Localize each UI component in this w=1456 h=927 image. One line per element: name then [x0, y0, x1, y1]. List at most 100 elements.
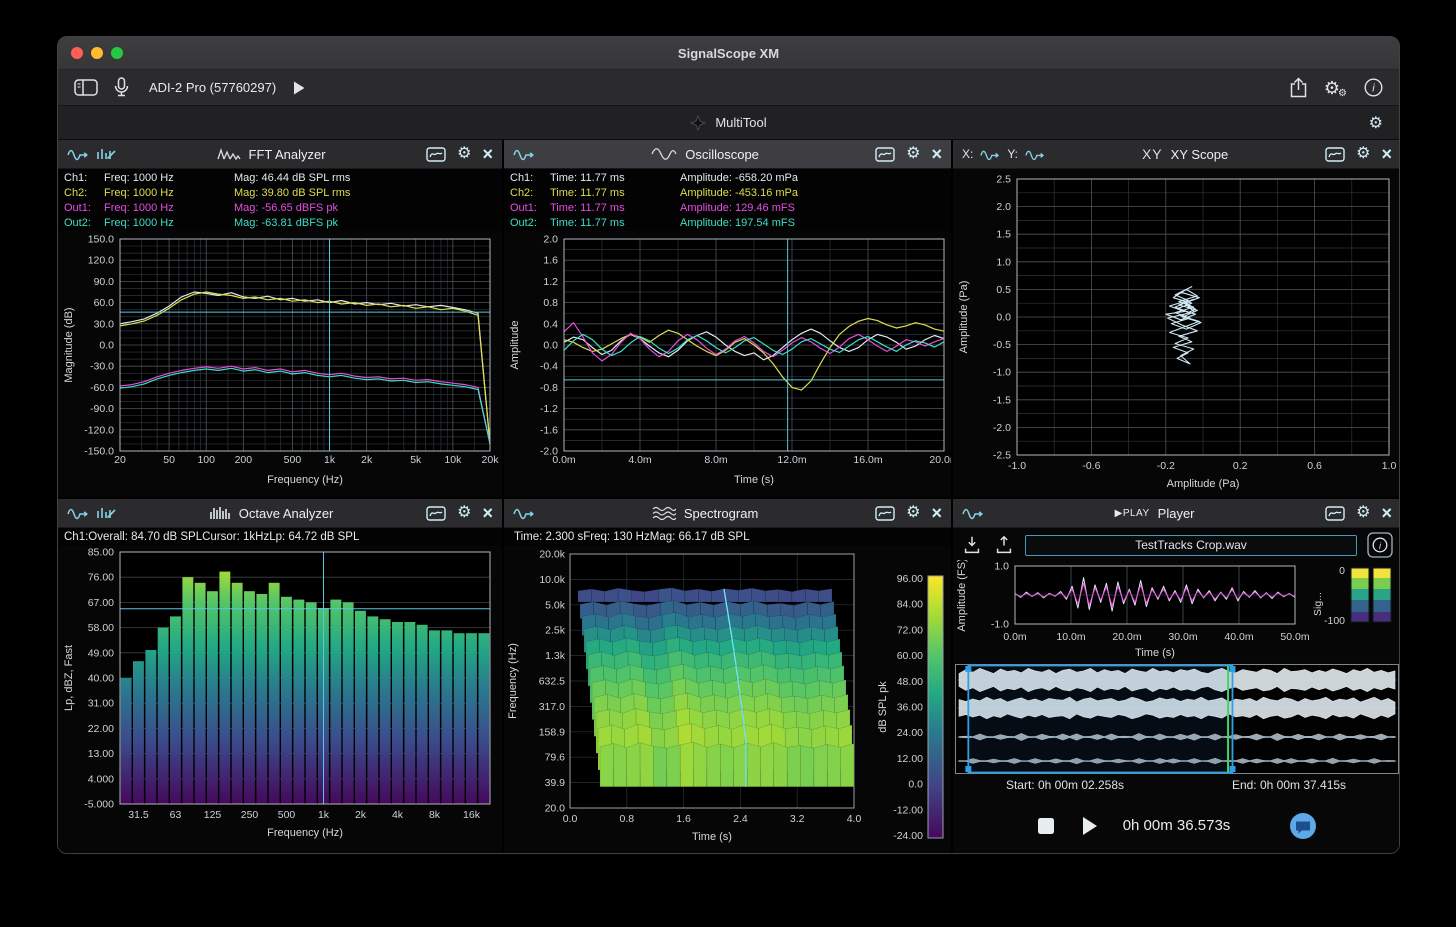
chart-display-button[interactable] — [875, 506, 895, 521]
octave-chart[interactable]: 85.0076.0067.0058.0049.0040.0031.0022.00… — [58, 546, 502, 854]
panel-settings-button[interactable]: ⚙ — [1356, 505, 1370, 521]
panel-close-button[interactable]: × — [482, 145, 493, 163]
svg-text:48.00: 48.00 — [897, 676, 923, 688]
svg-text:-2.0: -2.0 — [993, 422, 1011, 434]
svg-text:8.0m: 8.0m — [704, 454, 728, 466]
svg-text:60.0: 60.0 — [94, 297, 115, 309]
svg-text:158.9: 158.9 — [539, 726, 565, 738]
signal-input-icon[interactable] — [67, 147, 89, 161]
minimize-window-button[interactable] — [91, 47, 103, 59]
fft-chart[interactable]: 150.0120.090.060.030.00.0-30.0-60.0-90.0… — [58, 231, 502, 497]
run-button[interactable] — [292, 80, 306, 96]
svg-text:16.0m: 16.0m — [853, 454, 882, 466]
svg-text:dB SPL pk: dB SPL pk — [877, 681, 889, 733]
player-mini-chart[interactable]: 1.0-1.00.0m10.0m20.0m30.0m40.0m50.0mTime… — [953, 560, 1400, 662]
svg-text:1.0: 1.0 — [994, 561, 1009, 573]
player-waveform-overview[interactable] — [955, 664, 1399, 774]
svg-text:24.00: 24.00 — [897, 727, 923, 739]
file-info-button[interactable]: i — [1367, 532, 1393, 558]
svg-text:0.6: 0.6 — [1307, 460, 1322, 472]
svg-text:2k: 2k — [355, 809, 367, 821]
close-window-button[interactable] — [71, 47, 83, 59]
device-selector[interactable]: ADI-2 Pro (57760297) — [149, 80, 276, 95]
svg-text:20k: 20k — [482, 454, 500, 466]
readout-row: Ch1:Time: 11.77 msAmplitude: -658.20 mPa — [510, 171, 951, 186]
chat-bubble-icon[interactable] — [1288, 811, 1318, 841]
svg-text:30.0m: 30.0m — [1168, 631, 1197, 643]
selection-end: End: 0h 00m 37.415s — [1177, 778, 1400, 796]
svg-text:0.0: 0.0 — [99, 340, 114, 352]
chart-display-button[interactable] — [426, 506, 446, 521]
panel-close-button[interactable]: × — [931, 504, 942, 522]
panel-close-button[interactable]: × — [1381, 145, 1392, 163]
signal-input-icon[interactable] — [513, 506, 535, 520]
app-window: SignalScope XM ADI-2 Pro (57760297) ⚙⚙ i… — [57, 36, 1400, 854]
panel-title: XY Scope — [1171, 147, 1229, 162]
svg-text:200: 200 — [235, 454, 253, 466]
export-file-button[interactable] — [993, 534, 1015, 556]
play-indicator: ▶PLAY — [1115, 508, 1150, 519]
svg-text:40.00: 40.00 — [88, 673, 114, 685]
x-signal-icon[interactable] — [980, 148, 1000, 161]
settings-icon[interactable]: ⚙⚙ — [1324, 79, 1340, 97]
signal-input-icon[interactable] — [962, 506, 984, 520]
spectrogram-readouts: Time: 2.300 sFreq: 130 HzMag: 66.17 dB S… — [504, 528, 951, 546]
svg-text:-0.8: -0.8 — [540, 382, 558, 394]
panel-settings-button[interactable]: ⚙ — [1356, 146, 1370, 162]
chart-display-button[interactable] — [426, 147, 446, 162]
microphone-icon[interactable] — [114, 77, 129, 98]
svg-text:1.3k: 1.3k — [545, 650, 566, 662]
signal-input-icon[interactable] — [513, 147, 535, 161]
xy-scope-chart[interactable]: 2.52.01.51.00.50.0-0.5-1.0-1.5-2.0-2.5-1… — [953, 169, 1400, 497]
import-file-button[interactable] — [961, 534, 983, 556]
svg-text:-0.6: -0.6 — [1082, 460, 1100, 472]
panel-settings-button[interactable]: ⚙ — [906, 146, 920, 162]
panel-close-button[interactable]: × — [931, 145, 942, 163]
stop-button[interactable] — [1036, 816, 1056, 836]
svg-text:1k: 1k — [324, 454, 336, 466]
panel-settings-button[interactable]: ⚙ — [457, 505, 471, 521]
loaded-file-name[interactable]: TestTracks Crop.wav — [1025, 535, 1357, 556]
svg-text:Lp, dBZ, Fast: Lp, dBZ, Fast — [63, 645, 75, 711]
svg-text:40.0m: 40.0m — [1224, 631, 1253, 643]
svg-text:16k: 16k — [463, 809, 481, 821]
svg-text:0.5: 0.5 — [996, 284, 1011, 296]
multitool-settings-button[interactable]: ⚙ — [1369, 113, 1383, 133]
spectrogram-chart[interactable]: 20.0k10.0k5.0k2.5k1.3k632.5317.0158.979.… — [504, 546, 951, 854]
panel-settings-button[interactable]: ⚙ — [906, 505, 920, 521]
info-icon[interactable]: i — [1364, 78, 1383, 97]
svg-text:12.0m: 12.0m — [777, 454, 806, 466]
panel-grid: FFT Analyzer ⚙ × Ch1:Freq: 1000 HzMag: 4… — [58, 140, 1399, 854]
svg-text:-5.000: -5.000 — [84, 799, 114, 811]
panel-close-button[interactable]: × — [1381, 504, 1392, 522]
play-button[interactable] — [1080, 815, 1099, 837]
oscilloscope-chart[interactable]: 2.01.61.20.80.40.0-0.4-0.8-1.2-1.6-2.00.… — [504, 231, 951, 497]
svg-text:0: 0 — [1339, 565, 1345, 577]
svg-text:0.0: 0.0 — [563, 813, 578, 825]
y-signal-icon[interactable] — [1025, 148, 1045, 161]
panel-close-button[interactable]: × — [482, 504, 493, 522]
measurement-config-icon[interactable] — [96, 506, 116, 520]
fft-peaks-icon — [217, 147, 241, 161]
svg-text:36.00: 36.00 — [897, 702, 923, 714]
signal-input-icon[interactable] — [67, 506, 89, 520]
chart-display-button[interactable] — [875, 147, 895, 162]
svg-text:84.00: 84.00 — [897, 599, 923, 611]
svg-text:0.8: 0.8 — [619, 813, 634, 825]
zoom-window-button[interactable] — [111, 47, 123, 59]
player-panel-header: ▶PLAY Player ⚙ × — [953, 499, 1400, 528]
readout-row: Ch1:Freq: 1000 HzMag: 46.44 dB SPL rms — [64, 171, 502, 186]
sidebar-toggle-button[interactable] — [74, 79, 98, 96]
panel-player: ▶PLAY Player ⚙ × TestTracks Crop.wav i 1… — [953, 499, 1400, 854]
svg-text:-100: -100 — [1324, 615, 1345, 627]
svg-text:-30.0: -30.0 — [90, 361, 114, 373]
measurement-config-icon[interactable] — [96, 147, 116, 161]
title-bar[interactable]: SignalScope XM — [58, 37, 1399, 70]
svg-text:0.0m: 0.0m — [1003, 631, 1027, 643]
share-icon[interactable] — [1289, 77, 1308, 98]
playback-time: 0h 00m 36.573s — [1123, 817, 1231, 834]
chart-display-button[interactable] — [1325, 506, 1345, 521]
panel-settings-button[interactable]: ⚙ — [457, 146, 471, 162]
panel-title: Oscilloscope — [685, 147, 759, 162]
chart-display-button[interactable] — [1325, 147, 1345, 162]
